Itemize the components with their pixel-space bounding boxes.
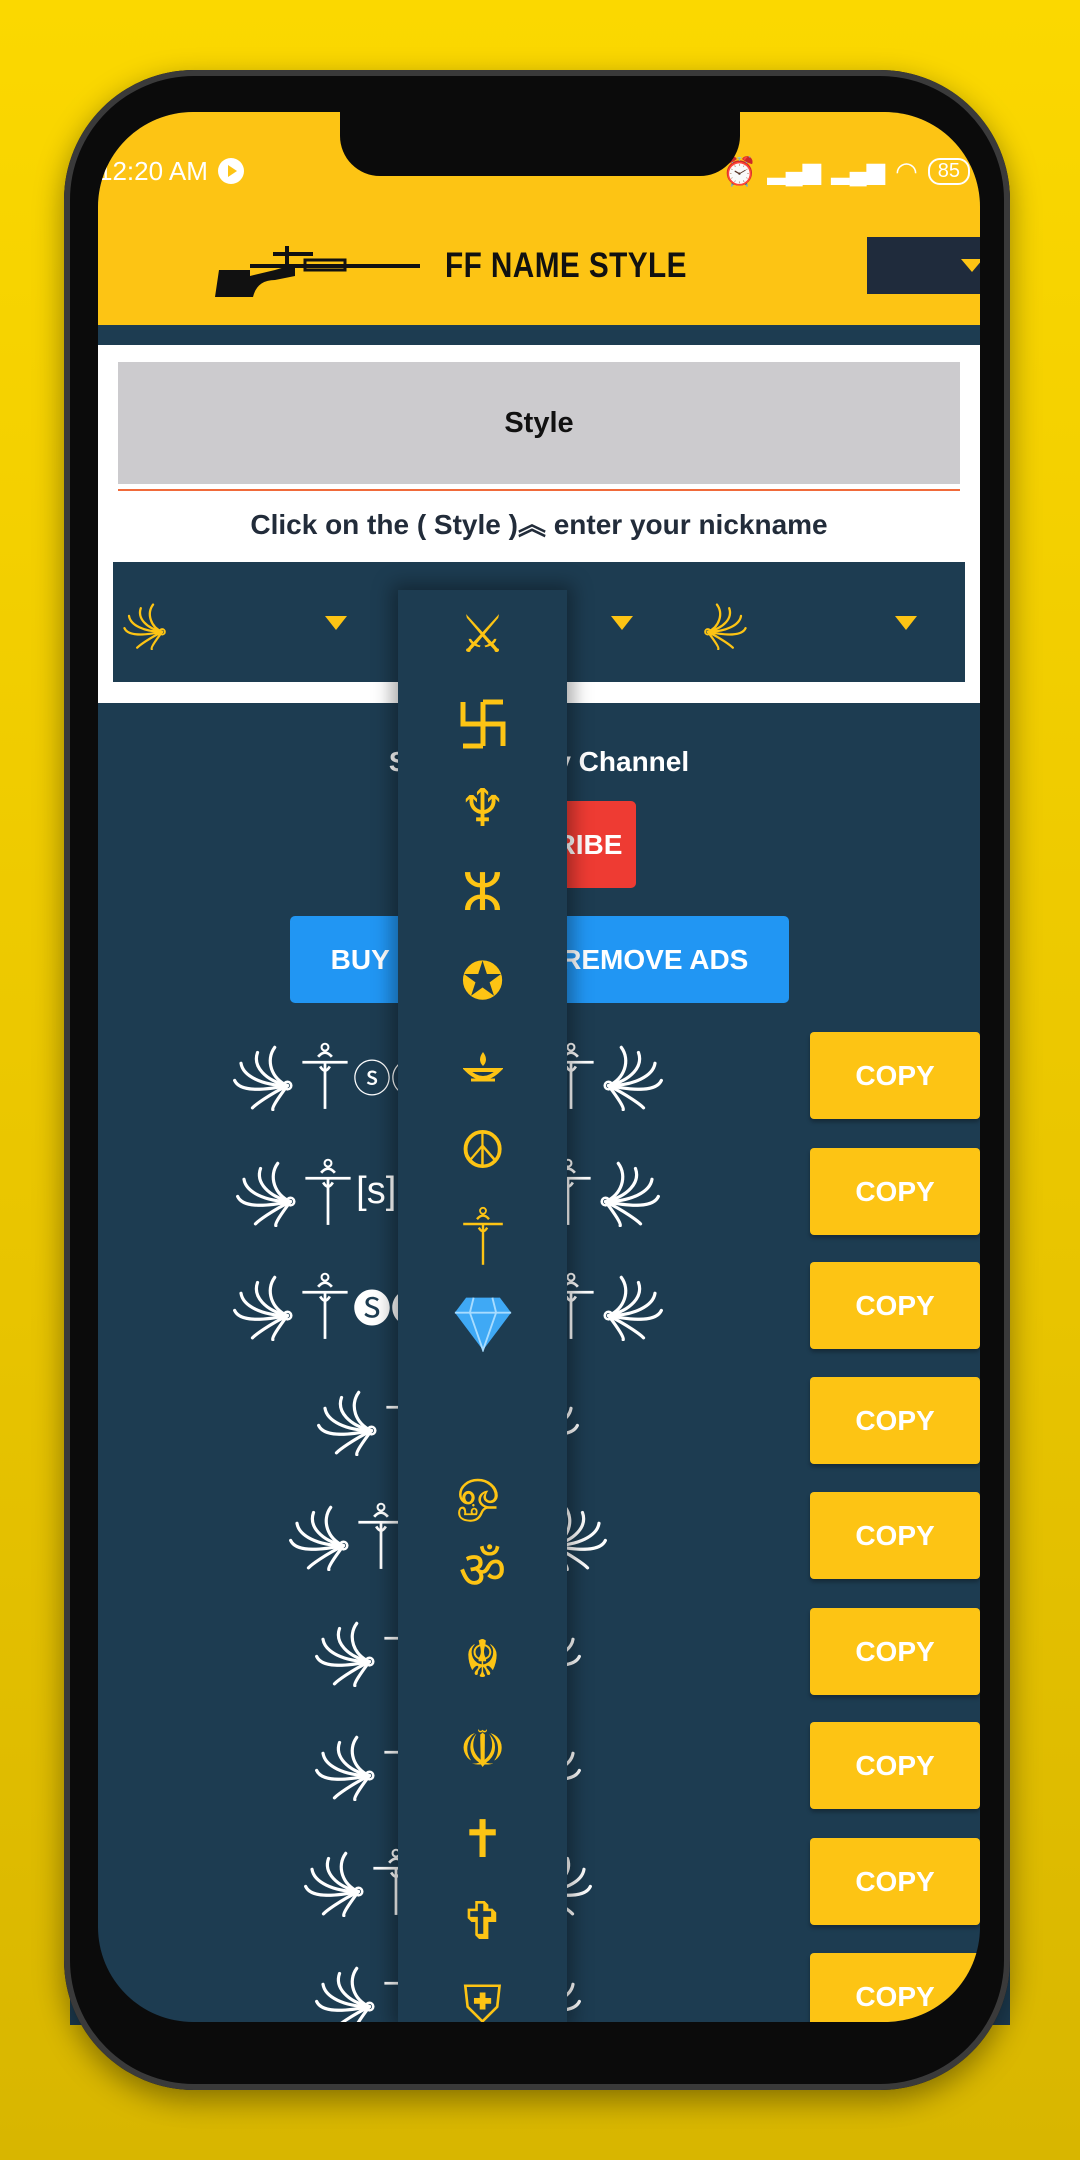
left-flourish-icon <box>309 1617 379 1687</box>
divider-strip <box>98 325 980 345</box>
style-button[interactable]: Style <box>118 362 960 484</box>
copy-button[interactable]: COPY <box>810 1608 980 1695</box>
camera-notch <box>340 112 740 176</box>
symbol-option-ornament-icon[interactable] <box>398 1203 567 1263</box>
symbol-option-om-icon[interactable]: ॐ <box>398 1541 567 1601</box>
symbol-option-swastika-icon[interactable] <box>398 691 567 751</box>
diamond-icon <box>454 1297 511 1352</box>
app-title: FF NAME STYLE <box>445 246 687 285</box>
neptune-trident-icon: ♆ <box>459 779 506 839</box>
app-header: 12:20 AM ⏰ ▂▄▆ ▂▄▆ ◠ 85 FF NAME STYLE <box>98 112 980 325</box>
left-flourish-icon <box>309 1731 379 1801</box>
left-flourish-icon <box>227 1041 297 1111</box>
right-flourish-icon <box>596 1157 666 1227</box>
signal-icon-2: ▂▄▆ <box>831 157 886 185</box>
symbol-option-diya-lamp-icon[interactable] <box>398 1035 567 1095</box>
khanda-icon: ☬ <box>464 1630 501 1690</box>
symbol-option-latin-cross-icon[interactable]: ✝ <box>398 1810 567 1870</box>
shadowed-cross-icon: ✞ <box>460 1892 505 1952</box>
signal-icon: ▂▄▆ <box>767 157 822 185</box>
symbol-option-blank-option[interactable] <box>398 1374 567 1434</box>
left-symbol-dropdown[interactable] <box>113 562 397 682</box>
status-right: ⏰ ▂▄▆ ▂▄▆ ◠ 85 <box>722 155 970 187</box>
left-flourish-icon <box>298 1847 368 1917</box>
trident-ornament-icon <box>301 1271 349 1341</box>
circled-star-icon: ✪ <box>460 952 505 1012</box>
divider <box>118 489 960 491</box>
symbol-option-tifinagh-yaz-icon[interactable]: ⵣ <box>398 863 567 923</box>
peace-icon: ☮ <box>459 1121 506 1181</box>
symbol-option-shield-cross-icon[interactable]: ⛨ <box>398 1975 567 2022</box>
symbol-option-tamil-om-icon[interactable]: ௐ <box>398 1458 567 1518</box>
chevron-down-icon <box>895 616 917 630</box>
left-flourish-icon <box>230 1157 300 1227</box>
status-left: 12:20 AM <box>98 156 244 186</box>
symbol-option-diamond-icon[interactable] <box>398 1289 567 1352</box>
crossed-swords-icon: ⚔ <box>459 605 506 665</box>
left-flourish-icon <box>309 1962 379 2023</box>
left-flourish-icon <box>311 1386 381 1456</box>
tifinagh-yaz-icon: ⵣ <box>462 863 503 923</box>
farsi-symbol-icon: ☫ <box>459 1720 506 1780</box>
battery-icon: 85 <box>927 157 970 185</box>
copy-button[interactable]: COPY <box>810 1032 980 1119</box>
copy-button[interactable]: COPY <box>810 1262 980 1349</box>
chevron-down-icon <box>961 259 980 272</box>
copy-button[interactable]: COPY <box>810 1377 980 1464</box>
diya-lamp-icon <box>462 1052 503 1082</box>
right-flourish-icon <box>599 1041 669 1111</box>
swastika-icon <box>460 699 505 749</box>
symbol-option-peace-icon[interactable]: ☮ <box>398 1121 567 1181</box>
symbol-option-shadowed-cross-icon[interactable]: ✞ <box>398 1892 567 1952</box>
symbol-option-crossed-swords-icon[interactable]: ⚔ <box>398 605 567 665</box>
chevron-down-icon <box>611 616 633 630</box>
trident-ornament-icon <box>304 1157 352 1227</box>
copy-button[interactable]: COPY <box>810 1148 980 1235</box>
tamil-om-icon: ௐ <box>456 1458 509 1518</box>
copy-button[interactable]: COPY <box>810 1953 980 2022</box>
ornament-icon <box>443 1206 523 1266</box>
copy-button[interactable]: COPY <box>810 1492 980 1579</box>
sniper-rifle-icon <box>215 246 420 297</box>
status-time: 12:20 AM <box>98 155 208 186</box>
copy-button[interactable]: COPY <box>810 1722 980 1809</box>
header-dropdown[interactable] <box>867 237 980 294</box>
right-flourish-icon <box>701 600 751 650</box>
om-icon: ॐ <box>458 1541 507 1601</box>
symbol-dropdown-menu: ⚔ ♆ ⵣ ✪ ☮ ௐ ॐ ☬ ☫ ✝ ✞ ⛨ <box>398 590 567 2022</box>
right-symbol-dropdown[interactable] <box>681 562 965 682</box>
play-icon <box>217 158 244 184</box>
copy-button[interactable]: COPY <box>810 1838 980 1925</box>
left-flourish-icon <box>119 600 169 650</box>
symbol-option-neptune-trident-icon[interactable]: ♆ <box>398 779 567 839</box>
right-flourish-icon <box>599 1271 669 1341</box>
trident-ornament-icon <box>301 1041 349 1111</box>
left-flourish-icon <box>283 1501 353 1571</box>
symbol-option-circled-star-icon[interactable]: ✪ <box>398 952 567 1012</box>
left-flourish-icon <box>227 1271 297 1341</box>
chevron-down-icon <box>325 616 347 630</box>
latin-cross-icon: ✝ <box>460 1810 505 1870</box>
symbol-option-khanda-icon[interactable]: ☬ <box>398 1630 567 1690</box>
symbol-option-farsi-symbol-icon[interactable]: ☫ <box>398 1720 567 1780</box>
phone-screen: 12:20 AM ⏰ ▂▄▆ ▂▄▆ ◠ 85 FF NAME STYLE St… <box>98 112 980 2022</box>
wifi-icon: ◠ <box>895 155 918 186</box>
instruction-text: Click on the ( Style )︽ enter your nickn… <box>250 509 828 540</box>
shield-cross-icon: ⛨ <box>462 1975 502 2022</box>
